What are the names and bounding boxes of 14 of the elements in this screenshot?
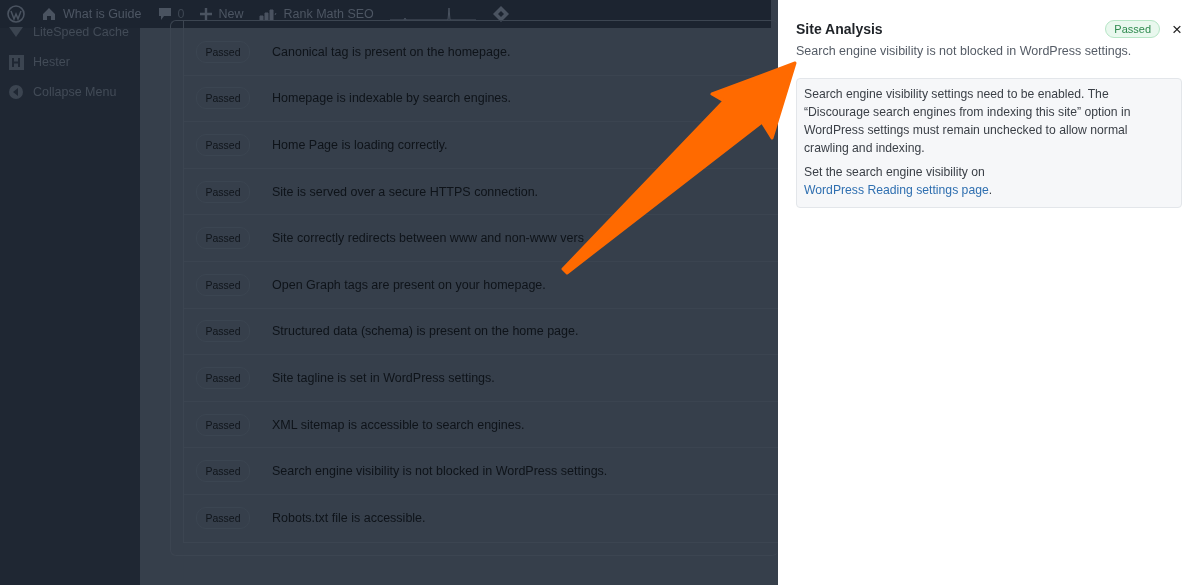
reading-settings-link[interactable]: WordPress Reading settings page bbox=[804, 183, 989, 197]
panel-title: Site Analysis bbox=[796, 21, 884, 37]
letter-h-icon bbox=[8, 53, 25, 71]
check-title: Search engine visibility is not blocked in WordPress settings. bbox=[796, 44, 1133, 58]
plus-icon bbox=[200, 8, 213, 20]
close-button[interactable]: × bbox=[1172, 20, 1182, 38]
bar-chart-icon bbox=[259, 7, 278, 21]
collapse-icon bbox=[8, 83, 25, 101]
home-icon bbox=[41, 6, 57, 22]
wordpress-logo-icon[interactable] bbox=[7, 5, 25, 23]
hint-text: Set the search engine visibility on WordPress Reading settings page. bbox=[804, 164, 994, 199]
status-badge: Passed bbox=[1105, 20, 1161, 38]
speech-bubble-icon bbox=[157, 7, 172, 21]
description-text: Search engine visibility settings need to be enabled. The “Discourage search engines from indexing this site” option in WordPress settings must remain unchecked to allow normal crawling and indexing. bbox=[804, 86, 1132, 157]
